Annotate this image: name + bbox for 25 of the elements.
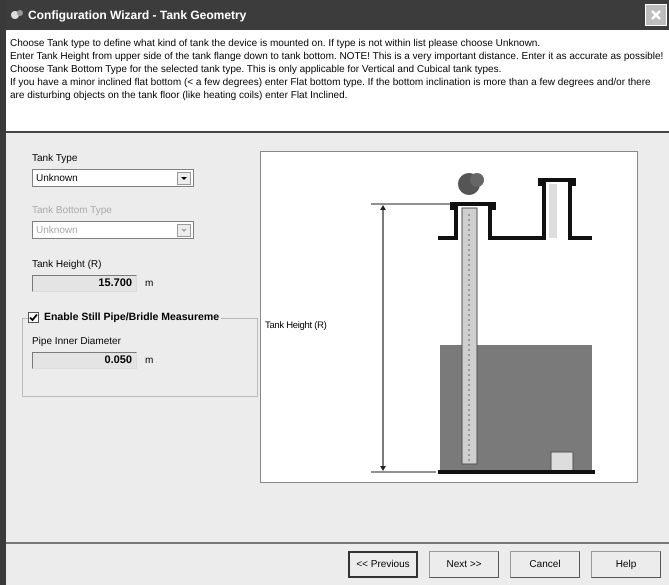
- dialog-button[interactable]: Cancel: [510, 551, 580, 578]
- checkbox-label: Enable Still Pipe/Bridle Measureme: [44, 310, 220, 325]
- dropdown[interactable]: Unknown: [32, 169, 194, 187]
- caret-icon: [177, 172, 191, 184]
- app-icon: [10, 8, 24, 22]
- instruction-text: If you have a minor inclined flat bottom (< a few degrees) enter Flat bottom type. If the bottom inclination is more than a few degrees and/or there are disturbing objects on the tank floor (like heating coils) enter Flat Inclined.: [10, 76, 652, 102]
- dimension-label: Tank Height (R): [265, 319, 326, 333]
- number-field[interactable]: 15.700: [32, 275, 137, 292]
- dialog-button[interactable]: Help: [591, 551, 661, 578]
- checkbox[interactable]: [28, 312, 39, 324]
- dialog-button[interactable]: Next >>: [429, 551, 499, 578]
- instruction-text: Choose Tank Bottom Type for the selected tank type. This is only applicable for Vertical and Cubical tank types.: [10, 63, 502, 76]
- unit-label: m: [145, 277, 154, 291]
- close-icon: [650, 9, 662, 21]
- instruction-text: Choose Tank type to define what kind of tank the device is mounted on. If type is not within list please choose Unknown.: [10, 37, 542, 50]
- instruction-text: Enter Tank Height from upper side of the tank flange down to tank bottom. NOTE! This is a very important distance. Enter it as accurate as possible!: [10, 50, 664, 63]
- field-label: Tank Height (R): [32, 258, 102, 272]
- dialog-button[interactable]: << Previous: [348, 551, 418, 578]
- field-label: Tank Type: [32, 152, 78, 166]
- number-field[interactable]: 0.050: [32, 352, 137, 369]
- unit-label: m: [145, 354, 154, 368]
- field-label: Pipe Inner Diameter: [32, 334, 122, 349]
- window-title: Configuration Wizard - Tank Geometry: [28, 7, 246, 24]
- caret-icon: [177, 224, 191, 236]
- field-label: Tank Bottom Type: [32, 204, 113, 218]
